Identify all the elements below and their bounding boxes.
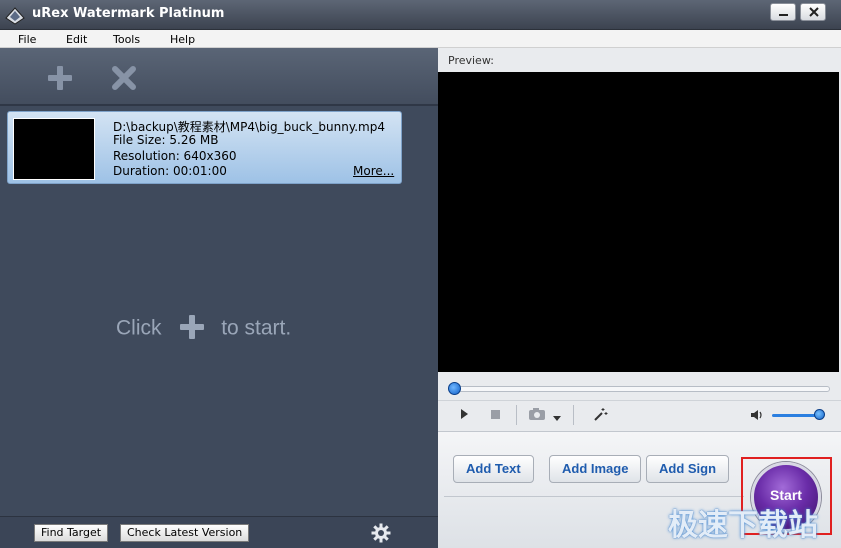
control-separator <box>573 405 574 425</box>
menu-tools[interactable]: Tools <box>113 33 140 46</box>
empty-hint: Click to start. <box>116 314 292 344</box>
play-icon <box>461 409 468 419</box>
file-toolbar <box>0 48 438 106</box>
add-file-button[interactable] <box>44 62 76 94</box>
file-size: File Size: 5.26 MB <box>113 133 219 147</box>
add-sign-button[interactable]: Add Sign <box>646 455 730 483</box>
stop-button[interactable] <box>489 407 501 426</box>
app-window: uRex Watermark Platinum File Edit Tools … <box>0 0 841 548</box>
menu-bar: File Edit Tools Help <box>0 30 841 48</box>
actions-divider <box>444 496 744 497</box>
add-file-icon <box>48 66 72 90</box>
dropdown-arrow-icon <box>553 416 561 421</box>
playback-controls <box>438 400 841 428</box>
settings-button[interactable] <box>371 523 391 543</box>
close-button[interactable] <box>800 3 826 21</box>
app-logo-icon <box>4 4 26 26</box>
effects-button[interactable] <box>592 407 608 428</box>
volume-slider[interactable] <box>772 414 820 417</box>
add-text-button[interactable]: Add Text <box>453 455 534 483</box>
close-icon <box>809 7 819 17</box>
volume-icon <box>751 410 762 420</box>
control-separator <box>516 405 517 425</box>
menu-file[interactable]: File <box>18 33 36 46</box>
menu-edit[interactable]: Edit <box>66 33 87 46</box>
volume-handle[interactable] <box>814 409 826 420</box>
minimize-icon <box>779 14 788 16</box>
check-version-button[interactable]: Check Latest Version <box>120 524 250 542</box>
snapshot-dropdown[interactable] <box>552 410 562 428</box>
more-info-link[interactable]: More... <box>353 164 394 178</box>
preview-panel: Preview: Add Text Add Image Add Sign Sta… <box>438 48 841 548</box>
minimize-button[interactable] <box>770 3 796 21</box>
file-resolution: Resolution: 640x360 <box>113 149 237 163</box>
plus-icon[interactable] <box>179 314 205 340</box>
play-button[interactable] <box>458 407 470 426</box>
title-bar: uRex Watermark Platinum <box>0 0 841 30</box>
bottom-bar: Find Target Check Latest Version <box>0 516 438 548</box>
preview-label: Preview: <box>448 54 494 67</box>
remove-file-button[interactable] <box>108 62 140 94</box>
site-watermark: 极速下载站 <box>668 508 818 543</box>
empty-hint-after: to start. <box>221 316 292 340</box>
file-panel: D:\backup\教程素材\MP4\big_buck_bunny.mp4 Fi… <box>0 48 438 548</box>
file-list-item[interactable]: D:\backup\教程素材\MP4\big_buck_bunny.mp4 Fi… <box>7 111 402 184</box>
file-duration: Duration: 00:01:00 <box>113 164 227 178</box>
snapshot-icon <box>529 408 545 420</box>
empty-hint-before: Click <box>116 316 162 340</box>
volume-button[interactable] <box>750 408 766 427</box>
find-target-button[interactable]: Find Target <box>34 524 109 542</box>
window-title: uRex Watermark Platinum <box>32 6 225 21</box>
gear-icon <box>371 523 391 543</box>
video-thumbnail <box>13 118 95 180</box>
seek-bar[interactable] <box>452 386 830 392</box>
file-list: D:\backup\教程素材\MP4\big_buck_bunny.mp4 Fi… <box>4 108 436 518</box>
add-image-button[interactable]: Add Image <box>549 455 642 483</box>
effects-wand-icon <box>594 408 608 421</box>
snapshot-button[interactable] <box>528 407 548 426</box>
menu-help[interactable]: Help <box>170 33 195 46</box>
stop-icon <box>491 410 500 419</box>
seek-handle[interactable] <box>448 382 461 395</box>
video-preview <box>438 72 839 372</box>
remove-file-icon <box>112 66 136 90</box>
